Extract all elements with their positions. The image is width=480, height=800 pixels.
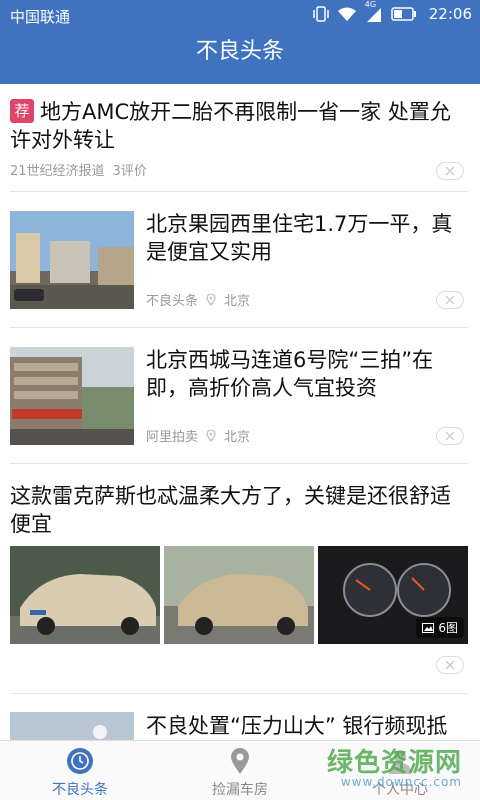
comment-count: 3评价 [112,164,147,179]
news-location: 北京 [224,430,251,445]
tab-label: 不良头条 [52,782,108,798]
wifi-icon [337,7,356,21]
news-title: 不良处置“压力山大” 银行频现抵 [146,714,448,738]
news-item[interactable]: 北京西城马连道6号院“三拍”在即，高折价高人气宜投资 阿里拍卖 北京 [10,328,468,464]
location-icon [206,293,216,306]
watermark: 绿色资源网 www.downcc.com [326,748,462,789]
news-source: 阿里拍卖 [146,430,199,445]
network-type: 4G [365,0,383,22]
news-feed[interactable]: 荐地方AMC放开二胎不再限制一省一家 处置允许对外转让 21世纪经济报道 3评价… [0,84,480,740]
news-meta: 不良头条 北京 [146,290,250,309]
news-title: 北京果园西里住宅1.7万一平，真是便宜又实用 [146,212,453,264]
news-item[interactable]: 这款雷克萨斯也忒温柔大方了，关键是还很舒适便宜 6图 [10,464,468,694]
news-item[interactable]: 不良处置“压力山大” 银行频现抵 [10,694,468,740]
news-meta: 阿里拍卖 北京 [146,426,250,445]
news-title: 荐地方AMC放开二胎不再限制一省一家 处置允许对外转让 [10,99,451,152]
news-item[interactable]: 北京果园西里住宅1.7万一平，真是便宜又实用 不良头条 北京 [10,192,468,328]
battery-icon [391,7,416,21]
news-location: 北京 [224,294,251,309]
close-icon [445,166,455,176]
dismiss-button[interactable] [436,162,464,180]
news-thumbnail [10,712,134,740]
app-bar: 不良头条 [0,30,480,84]
location-pin-icon [231,748,249,774]
tab-label: 捡漏车房 [212,782,268,798]
news-image-gallery: 6图 [10,546,468,644]
news-thumbnail [10,347,134,445]
tab-headlines[interactable]: 不良头条 [0,741,160,800]
recommend-tag: 荐 [10,99,34,123]
vibrate-icon [313,6,329,22]
news-image [10,546,160,644]
image-icon [422,622,435,633]
news-item[interactable]: 荐地方AMC放开二胎不再限制一省一家 处置允许对外转让 21世纪经济报道 3评价 [10,84,468,192]
location-icon [206,429,216,442]
carrier-name: 中国联通 [10,8,71,26]
news-thumbnail [10,211,134,309]
page-title: 不良头条 [195,39,284,64]
clock-icon [67,748,93,774]
dismiss-button[interactable] [436,427,464,445]
tab-bargains[interactable]: 捡漏车房 [160,741,320,800]
image-count-badge: 6图 [416,617,464,638]
close-icon [445,660,455,670]
clock-time: 22:06 [428,5,472,23]
news-title: 这款雷克萨斯也忒温柔大方了，关键是还很舒适便宜 [10,484,451,536]
news-source: 不良头条 [146,294,199,309]
news-title: 北京西城马连道6号院“三拍”在即，高折价高人气宜投资 [146,348,434,400]
news-image: 6图 [318,546,468,644]
dismiss-button[interactable] [436,656,464,674]
status-icons: 4G 22:06 [313,0,472,23]
dismiss-button[interactable] [436,291,464,309]
news-image [164,546,314,644]
news-meta: 21世纪经济报道 3评价 [10,160,147,179]
status-bar: 中国联通 4G 22:06 [0,0,480,30]
close-icon [445,295,455,305]
news-source: 21世纪经济报道 [10,164,105,179]
close-icon [445,431,455,441]
